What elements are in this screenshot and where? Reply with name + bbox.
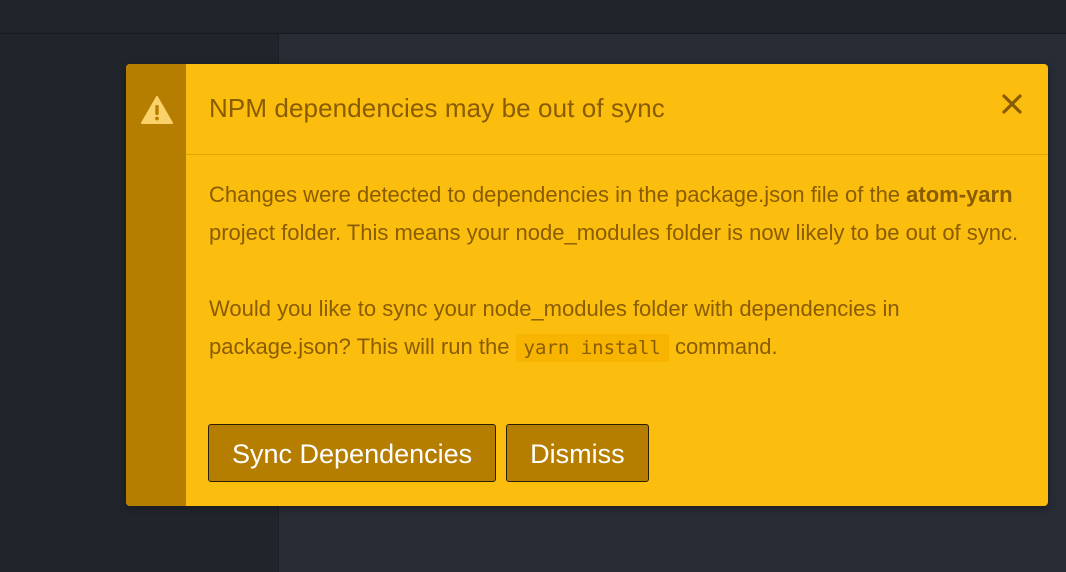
notification-title: NPM dependencies may be out of sync — [209, 93, 665, 123]
message-paragraph-2: Would you like to sync your node_modules… — [209, 290, 1039, 367]
notification-actions: Sync Dependencies Dismiss — [208, 424, 649, 482]
notification-icon-stripe — [126, 64, 186, 506]
warning-icon — [141, 96, 173, 124]
top-bar — [0, 0, 1066, 34]
notification-content: NPM dependencies may be out of sync Chan… — [186, 64, 1048, 506]
message-text: Changes were detected to dependencies in… — [209, 182, 907, 207]
message-text: project folder. This means your node_mod… — [209, 220, 1019, 245]
sync-dependencies-button[interactable]: Sync Dependencies — [208, 424, 497, 482]
inline-code: yarn install — [515, 334, 669, 362]
notification-header: NPM dependencies may be out of sync — [186, 64, 1048, 155]
project-name: atom-yarn — [906, 182, 1013, 207]
warning-notification: NPM dependencies may be out of sync Chan… — [126, 64, 1048, 506]
message-text: command. — [668, 334, 778, 359]
dismiss-button[interactable]: Dismiss — [506, 424, 649, 482]
notification-message: Changes were detected to dependencies in… — [209, 176, 1039, 367]
message-paragraph-1: Changes were detected to dependencies in… — [209, 176, 1039, 252]
close-icon[interactable] — [1000, 92, 1024, 116]
